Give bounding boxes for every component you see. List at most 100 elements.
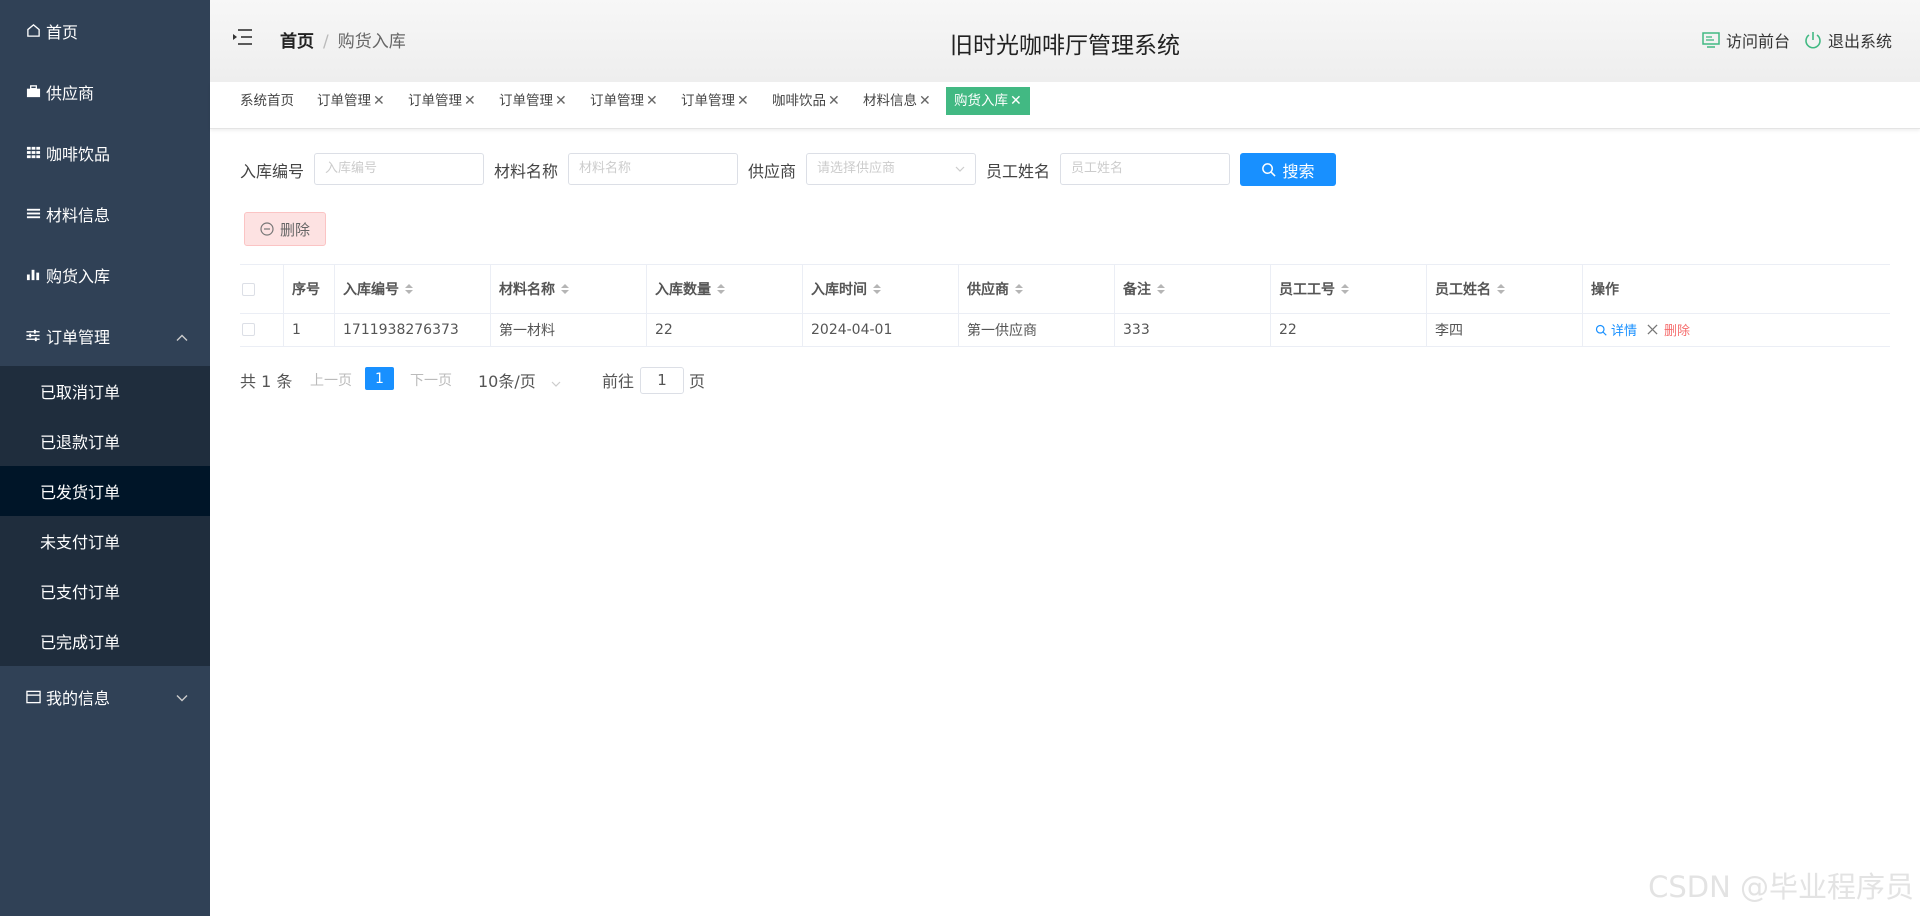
sort-icon[interactable] xyxy=(873,284,881,294)
close-icon[interactable]: ✕ xyxy=(737,93,749,109)
staff-name-input[interactable]: 员工姓名 xyxy=(1060,153,1230,185)
grid-icon xyxy=(24,144,42,162)
header-staff-no[interactable]: 员工工号 xyxy=(1279,265,1349,313)
batch-delete-button[interactable]: 删除 xyxy=(244,212,326,246)
close-icon[interactable]: ✕ xyxy=(828,93,840,109)
sort-icon[interactable] xyxy=(1015,284,1023,294)
prev-page-button[interactable]: 上一页 xyxy=(310,370,352,390)
row-delete-label: 删除 xyxy=(1664,324,1691,339)
chevron-up-icon xyxy=(176,326,188,345)
close-icon[interactable]: ✕ xyxy=(1010,93,1022,109)
next-page-button[interactable]: 下一页 xyxy=(410,370,452,390)
tab-order-management[interactable]: 订单管理 ✕ xyxy=(590,87,658,115)
page-number-current[interactable]: 1 xyxy=(365,367,394,390)
sidebar: 首页 供应商 咖啡饮品 材料信息 购货入库 订单管理 已取消订单 已退款订单 已… xyxy=(0,0,210,916)
goto-page-input[interactable]: 1 xyxy=(640,367,684,394)
tab-label: 材料信息 xyxy=(863,93,917,109)
header-quantity[interactable]: 入库数量 xyxy=(655,265,725,313)
tab-order-management[interactable]: 订单管理 ✕ xyxy=(317,87,385,115)
supplier-select[interactable]: 请选择供应商 xyxy=(806,153,976,185)
header-staff-name[interactable]: 员工姓名 xyxy=(1435,265,1505,313)
tab-purchase-stock[interactable]: 购货入库 ✕ xyxy=(946,87,1030,115)
sidebar-item-orders[interactable]: 订单管理 xyxy=(0,305,210,366)
tab-coffee-drinks[interactable]: 咖啡饮品 ✕ xyxy=(772,87,840,115)
tab-label: 咖啡饮品 xyxy=(772,93,826,109)
sort-icon[interactable] xyxy=(561,284,569,294)
tab-order-management[interactable]: 订单管理 ✕ xyxy=(681,87,749,115)
system-title: 旧时光咖啡厅管理系统 xyxy=(950,33,1180,59)
tab-system-home[interactable]: 系统首页 xyxy=(240,87,294,115)
detail-link[interactable]: 详情 xyxy=(1595,320,1637,339)
material-label: 材料名称 xyxy=(494,162,559,181)
submenu-cancelled-orders[interactable]: 已取消订单 xyxy=(0,366,210,416)
watermark: CSDN @毕业程序员 xyxy=(1648,870,1914,904)
search-icon xyxy=(1262,163,1277,177)
tab-order-management[interactable]: 订单管理 ✕ xyxy=(408,87,476,115)
cell-entry-no: 1711938276373 xyxy=(343,321,459,338)
supplier-label: 供应商 xyxy=(748,162,797,181)
close-icon[interactable]: ✕ xyxy=(464,93,476,109)
table-header-row: 序号 入库编号 材料名称 入库数量 入库时间 供应商 备注 员工工号 员工姓名 … xyxy=(240,265,1890,314)
tab-material-info[interactable]: 材料信息 ✕ xyxy=(863,87,931,115)
chevron-down-icon xyxy=(176,687,188,706)
cell-supplier: 第一供应商 xyxy=(967,322,1037,339)
sidebar-item-label: 我的信息 xyxy=(46,688,111,708)
sidebar-item-my-info[interactable]: 我的信息 xyxy=(0,666,210,727)
sidebar-item-material[interactable]: 材料信息 xyxy=(0,183,210,244)
sort-icon[interactable] xyxy=(1341,284,1349,294)
row-delete-link[interactable]: 删除 xyxy=(1647,320,1690,339)
order-submenu: 已取消订单 已退款订单 已发货订单 未支付订单 已支付订单 已完成订单 xyxy=(0,366,210,666)
header-material[interactable]: 材料名称 xyxy=(499,265,569,313)
cell-actions: 详情 删除 xyxy=(1595,313,1690,346)
close-icon[interactable]: ✕ xyxy=(919,93,931,109)
visit-front-button[interactable]: 访问前台 xyxy=(1702,28,1790,52)
close-icon[interactable]: ✕ xyxy=(646,93,658,109)
page-size-value: 10条/页 xyxy=(478,372,536,391)
logout-button[interactable]: 退出系统 xyxy=(1804,28,1892,52)
header-supplier[interactable]: 供应商 xyxy=(967,265,1023,313)
submenu-shipped-orders[interactable]: 已发货订单 xyxy=(0,466,210,516)
row-checkbox[interactable] xyxy=(242,313,255,346)
submenu-completed-orders[interactable]: 已完成订单 xyxy=(0,616,210,666)
tab-order-management[interactable]: 订单管理 ✕ xyxy=(499,87,567,115)
sliders-icon xyxy=(24,327,42,345)
select-all-checkbox[interactable] xyxy=(242,265,255,313)
supplier-select-placeholder: 请选择供应商 xyxy=(817,161,896,176)
purchase-table: 序号 入库编号 材料名称 入库数量 入库时间 供应商 备注 员工工号 员工姓名 … xyxy=(240,264,1890,347)
sort-icon[interactable] xyxy=(405,284,413,294)
sort-icon[interactable] xyxy=(717,284,725,294)
search-button-label: 搜索 xyxy=(1282,161,1315,181)
sidebar-item-purchase[interactable]: 购货入库 xyxy=(0,244,210,305)
sidebar-item-supplier[interactable]: 供应商 xyxy=(0,61,210,122)
submenu-unpaid-orders[interactable]: 未支付订单 xyxy=(0,516,210,566)
page-size-select[interactable]: 10条/页 xyxy=(478,368,561,392)
home-icon xyxy=(24,22,42,40)
sidebar-item-coffee[interactable]: 咖啡饮品 xyxy=(0,122,210,183)
entry-no-input[interactable]: 入库编号 xyxy=(314,153,484,185)
header-time[interactable]: 入库时间 xyxy=(811,265,881,313)
sort-icon[interactable] xyxy=(1157,284,1165,294)
tab-label: 订单管理 xyxy=(408,93,462,109)
header-remark[interactable]: 备注 xyxy=(1123,265,1165,313)
sort-icon[interactable] xyxy=(1497,284,1505,294)
cell-quantity: 22 xyxy=(655,321,673,338)
chevron-down-icon xyxy=(551,381,561,387)
pagination-total: 共 1 条 xyxy=(240,372,293,391)
tab-label: 订单管理 xyxy=(317,93,371,109)
header-entry-no[interactable]: 入库编号 xyxy=(343,265,413,313)
detail-label: 详情 xyxy=(1611,324,1638,339)
sidebar-item-label: 材料信息 xyxy=(46,205,111,225)
close-icon[interactable]: ✕ xyxy=(373,93,385,109)
header-label: 供应商 xyxy=(967,282,1009,298)
submenu-paid-orders[interactable]: 已支付订单 xyxy=(0,566,210,616)
power-icon xyxy=(1805,32,1821,49)
bar-chart-icon xyxy=(24,266,42,284)
search-button[interactable]: 搜索 xyxy=(1240,153,1336,186)
search-icon xyxy=(1595,324,1607,336)
close-icon[interactable]: ✕ xyxy=(555,93,567,109)
material-input[interactable]: 材料名称 xyxy=(568,153,738,185)
tab-label: 订单管理 xyxy=(499,93,553,109)
submenu-refunded-orders[interactable]: 已退款订单 xyxy=(0,416,210,466)
cell-time: 2024-04-01 xyxy=(811,321,893,338)
sidebar-item-home[interactable]: 首页 xyxy=(0,0,210,61)
